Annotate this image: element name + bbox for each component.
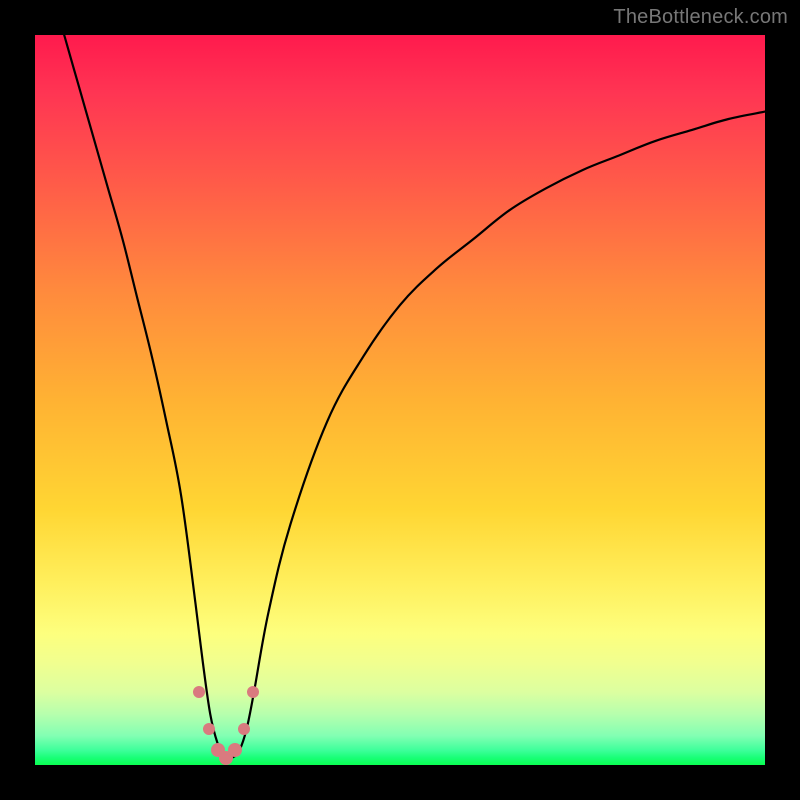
watermark-text: TheBottleneck.com [613,6,788,29]
data-marker [247,686,259,698]
data-marker [203,723,215,735]
bottleneck-curve [64,35,765,759]
data-marker [238,723,250,735]
plot-area [35,35,765,765]
chart-frame: TheBottleneck.com [0,0,800,800]
curve-svg [35,35,765,765]
